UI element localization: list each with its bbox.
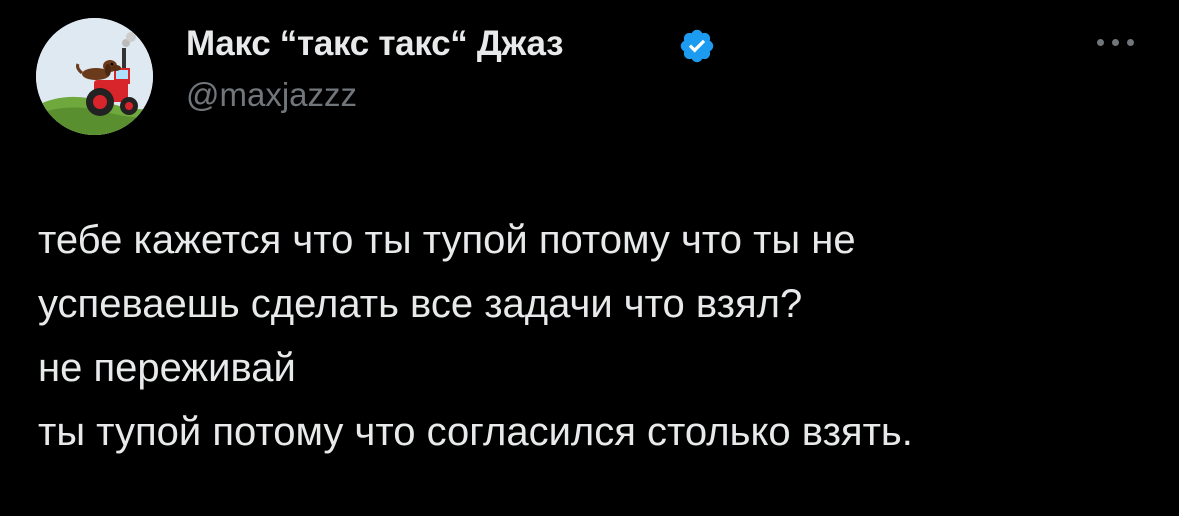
author-name[interactable]: Макс “такс такс“ Джаз <box>186 24 563 64</box>
tweet-line: успеваешь сделать все задачи что взял? <box>38 282 803 326</box>
more-options-icon[interactable] <box>1095 32 1137 52</box>
tweet: Макс “такс такс“ Джаз @maxjazzz тебе каж… <box>0 0 1179 516</box>
tweet-text: тебе кажется что ты тупой потому что ты … <box>38 208 1148 464</box>
tweet-line: тебе кажется что ты тупой потому что ты … <box>38 218 856 262</box>
author-handle[interactable]: @maxjazzz <box>186 76 357 114</box>
avatar[interactable] <box>36 18 153 135</box>
dachshund-tractor-icon <box>36 18 153 135</box>
more-dot <box>1112 39 1119 46</box>
tweet-line: ты тупой потому что согласился столько в… <box>38 410 913 454</box>
verified-badge-icon <box>680 29 714 63</box>
more-dot <box>1097 39 1104 46</box>
tweet-line: не переживай <box>38 346 296 390</box>
more-dot <box>1127 39 1134 46</box>
